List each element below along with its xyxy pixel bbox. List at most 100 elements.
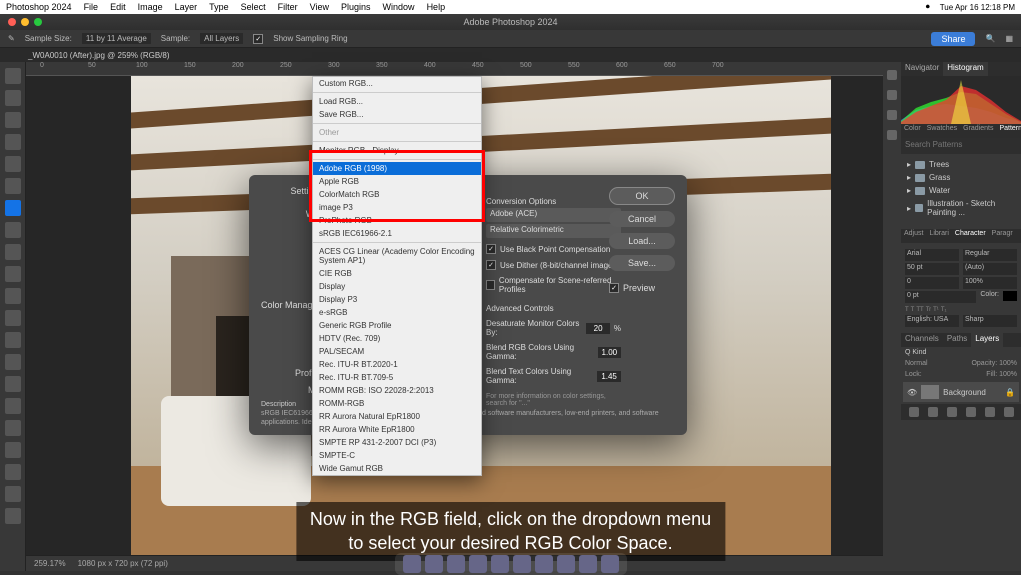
dropdown-item[interactable]: Wide Gamut RGB bbox=[313, 462, 481, 475]
cancel-button[interactable]: Cancel bbox=[609, 211, 675, 227]
shape-tool-icon[interactable] bbox=[5, 464, 21, 480]
list-item[interactable]: ▸ Grass bbox=[905, 171, 1017, 184]
engine-select[interactable]: Adobe (ACE) bbox=[486, 208, 621, 222]
dither-checkbox[interactable]: ✓ bbox=[486, 260, 496, 270]
blend-rgb-value[interactable]: 1.00 bbox=[598, 347, 621, 358]
dropdown-item[interactable]: SMPTE RP 431-2-2007 DCI (P3) bbox=[313, 436, 481, 449]
list-item[interactable]: ▸ Water bbox=[905, 184, 1017, 197]
dropdown-item[interactable]: Save RGB... bbox=[313, 108, 481, 121]
gradient-tool-icon[interactable] bbox=[5, 332, 21, 348]
dropdown-item[interactable]: Load RGB... bbox=[313, 95, 481, 108]
layer-mask-icon[interactable] bbox=[947, 407, 957, 417]
type-opt-icon[interactable]: T bbox=[905, 307, 909, 313]
layer-row[interactable]: 👁 Background 🔒 bbox=[903, 382, 1019, 402]
dock-app-icon[interactable] bbox=[403, 555, 421, 573]
menu-select[interactable]: Select bbox=[241, 2, 266, 12]
aa-select[interactable]: Sharp bbox=[963, 315, 1017, 327]
text-color-swatch[interactable] bbox=[1003, 291, 1017, 301]
link-layers-icon[interactable] bbox=[909, 407, 919, 417]
dropdown-item[interactable]: Display bbox=[313, 280, 481, 293]
blackpoint-checkbox[interactable]: ✓ bbox=[486, 244, 496, 254]
dropdown-item[interactable]: Monitor RGB - Display bbox=[313, 144, 481, 157]
list-item[interactable]: ▸ Trees bbox=[905, 158, 1017, 171]
load-button[interactable]: Load... bbox=[609, 233, 675, 249]
history-brush-icon[interactable] bbox=[5, 288, 21, 304]
tab-swatches[interactable]: Swatches bbox=[924, 124, 960, 138]
menu-view[interactable]: View bbox=[310, 2, 329, 12]
move-tool-icon[interactable] bbox=[5, 68, 21, 84]
fullscreen-icon[interactable] bbox=[34, 18, 42, 26]
pen-tool-icon[interactable] bbox=[5, 398, 21, 414]
type-opt-icon[interactable]: TT bbox=[916, 307, 923, 313]
tab-gradients[interactable]: Gradients bbox=[960, 124, 996, 138]
menu-window[interactable]: Window bbox=[383, 2, 415, 12]
eraser-tool-icon[interactable] bbox=[5, 310, 21, 326]
scene-checkbox[interactable] bbox=[486, 280, 495, 290]
delete-layer-icon[interactable] bbox=[1004, 407, 1014, 417]
frame-tool-icon[interactable] bbox=[5, 178, 21, 194]
tab-libraries[interactable]: Librari bbox=[926, 229, 951, 243]
dropdown-item[interactable]: Display P3 bbox=[313, 293, 481, 306]
sample-select[interactable]: All Layers bbox=[200, 33, 243, 44]
search-icon[interactable]: 🔍 bbox=[985, 34, 995, 43]
hand-tool-icon[interactable] bbox=[5, 486, 21, 502]
path-tool-icon[interactable] bbox=[5, 442, 21, 458]
font-select[interactable]: Arial bbox=[905, 249, 959, 261]
blend-mode-select[interactable]: Normal bbox=[905, 360, 928, 367]
blend-text-value[interactable]: 1.45 bbox=[597, 371, 621, 382]
intent-select[interactable]: Relative Colorimetric bbox=[486, 224, 621, 238]
dropdown-item[interactable]: sRGB IEC61966-2.1 bbox=[313, 227, 481, 240]
panel-icon[interactable] bbox=[887, 90, 897, 100]
dropdown-item[interactable]: Rec. ITU-R BT.709-5 bbox=[313, 371, 481, 384]
dock-app-icon[interactable] bbox=[447, 555, 465, 573]
dropdown-item[interactable]: RR Aurora White EpR1800 bbox=[313, 423, 481, 436]
menu-layer[interactable]: Layer bbox=[175, 2, 198, 12]
type-opt-icon[interactable]: T₁ bbox=[941, 307, 947, 313]
menu-file[interactable]: File bbox=[84, 2, 99, 12]
workspace-icon[interactable]: ▦ bbox=[1005, 34, 1013, 43]
crop-tool-icon[interactable] bbox=[5, 156, 21, 172]
preview-checkbox[interactable]: ✓ bbox=[609, 283, 619, 293]
sample-size-select[interactable]: 11 by 11 Average bbox=[82, 33, 151, 44]
tab-adjust[interactable]: Adjust bbox=[901, 229, 926, 243]
dropdown-item-selected[interactable]: Adobe RGB (1998) bbox=[313, 162, 481, 175]
dock-app-icon[interactable] bbox=[557, 555, 575, 573]
dock-app-icon[interactable] bbox=[513, 555, 531, 573]
zoom-tool-icon[interactable] bbox=[5, 508, 21, 524]
dropdown-item[interactable]: ROMM-RGB bbox=[313, 397, 481, 410]
blur-tool-icon[interactable] bbox=[5, 354, 21, 370]
tracking-field[interactable]: 100% bbox=[963, 277, 1017, 289]
kerning-field[interactable]: 0 bbox=[905, 277, 959, 289]
dock-app-icon[interactable] bbox=[579, 555, 597, 573]
dropdown-item[interactable]: ProPhoto RGB bbox=[313, 214, 481, 227]
eyedropper-tool-icon[interactable] bbox=[5, 200, 21, 216]
layer-style-icon[interactable] bbox=[928, 407, 938, 417]
minimize-icon[interactable] bbox=[21, 18, 29, 26]
type-opt-icon[interactable]: Tr bbox=[926, 307, 931, 313]
dropdown-item[interactable]: CIE RGB bbox=[313, 267, 481, 280]
tab-character[interactable]: Character bbox=[952, 229, 989, 243]
dropdown-item[interactable]: RR Aurora Natural EpR1800 bbox=[313, 410, 481, 423]
type-opt-icon[interactable]: T bbox=[911, 307, 915, 313]
document-tab[interactable]: _W0A0010 (After).jpg @ 259% (RGB/8) bbox=[0, 48, 1021, 62]
dock-app-icon[interactable] bbox=[491, 555, 509, 573]
new-layer-icon[interactable] bbox=[985, 407, 995, 417]
tab-paths[interactable]: Paths bbox=[943, 333, 971, 347]
dropdown-item[interactable]: PAL/SECAM bbox=[313, 345, 481, 358]
desat-value[interactable]: 20 bbox=[586, 323, 610, 334]
lasso-tool-icon[interactable] bbox=[5, 112, 21, 128]
panel-icon-3[interactable] bbox=[887, 130, 897, 140]
close-icon[interactable] bbox=[8, 18, 16, 26]
dock-app-icon[interactable] bbox=[425, 555, 443, 573]
new-group-icon[interactable] bbox=[966, 407, 976, 417]
menu-edit[interactable]: Edit bbox=[110, 2, 126, 12]
layer-filter[interactable]: Q Kind bbox=[905, 349, 926, 356]
dropdown-item[interactable]: Custom RGB... bbox=[313, 77, 481, 90]
dropdown-item[interactable]: ROMM RGB: ISO 22028-2:2013 bbox=[313, 384, 481, 397]
dropdown-item[interactable]: HDTV (Rec. 709) bbox=[313, 332, 481, 345]
brush-tool-icon[interactable] bbox=[5, 244, 21, 260]
share-button[interactable]: Share bbox=[931, 32, 975, 46]
patterns-search-input[interactable]: Search Patterns bbox=[901, 138, 1021, 154]
heal-tool-icon[interactable] bbox=[5, 222, 21, 238]
save-button[interactable]: Save... bbox=[609, 255, 675, 271]
